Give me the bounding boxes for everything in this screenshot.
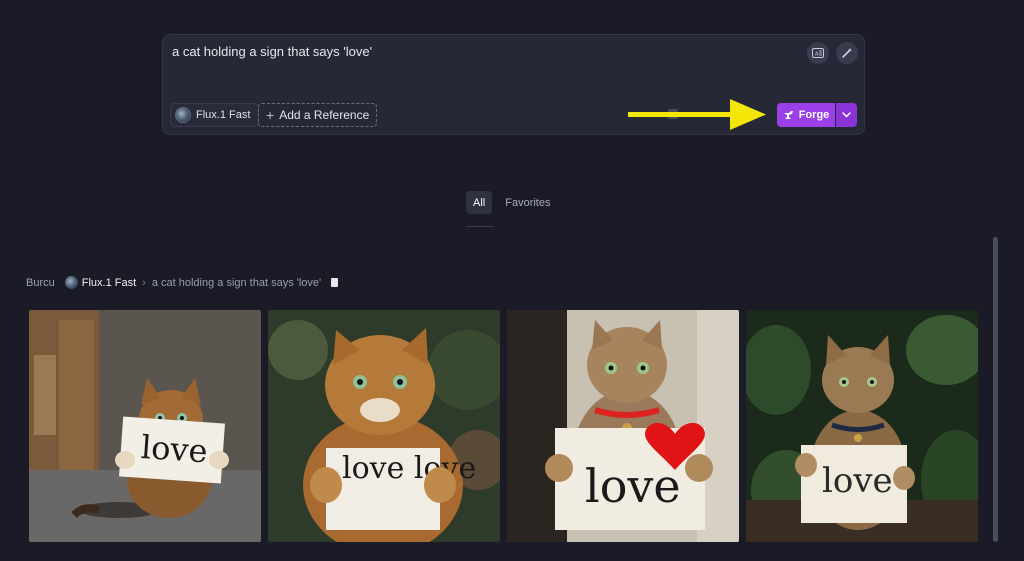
generation-model[interactable]: Flux.1 Fast <box>64 276 137 289</box>
generation-prompt: a cat holding a sign that says 'love' <box>151 276 322 289</box>
sign-text-1: love <box>140 428 209 471</box>
forge-options-button[interactable] <box>836 103 857 127</box>
plus-icon: + <box>266 107 275 123</box>
magic-wand-icon <box>842 48 852 58</box>
translate-icon: A <box>812 48 824 58</box>
model-avatar <box>175 107 191 123</box>
forge-button[interactable]: Forge <box>777 103 835 127</box>
forge-icon <box>783 111 793 119</box>
cat-image-2: love love <box>268 310 500 542</box>
forge-label: Forge <box>798 109 830 121</box>
model-avatar <box>64 276 78 289</box>
generation-user[interactable]: Burcu <box>26 277 55 289</box>
generated-image-4[interactable]: love <box>746 310 978 542</box>
generated-image-3[interactable]: love <box>507 310 739 542</box>
prompt-input[interactable]: a cat holding a sign that says 'love' <box>172 44 372 59</box>
chevron-down-icon <box>842 112 851 118</box>
sign-text-3: love <box>585 459 681 513</box>
chevron-right-icon: › <box>142 276 146 289</box>
model-label: Flux.1 Fast <box>196 109 251 121</box>
sign-text-4: love <box>822 461 893 501</box>
cat-image-1: love <box>29 310 261 542</box>
translate-button[interactable]: A <box>807 42 829 64</box>
add-reference-button[interactable]: + Add a Reference <box>258 103 378 127</box>
clipboard-icon[interactable] <box>331 278 339 287</box>
image-grid: love love love love love <box>29 310 978 542</box>
tab-divider <box>466 226 494 227</box>
cat-image-3: love <box>507 310 739 542</box>
tab-favorites[interactable]: Favorites <box>498 191 557 214</box>
add-reference-label: Add a Reference <box>279 108 370 122</box>
page-scrollbar[interactable] <box>993 237 998 542</box>
sign-text-2: love love <box>342 451 476 486</box>
generated-image-1[interactable]: love <box>29 310 261 542</box>
cat-image-4: love <box>746 310 978 542</box>
enhance-prompt-button[interactable] <box>836 42 858 64</box>
annotation-arrow <box>628 99 766 130</box>
generation-model-label: Flux.1 Fast <box>81 276 137 289</box>
svg-text:A: A <box>815 51 819 57</box>
model-selector[interactable]: Flux.1 Fast <box>170 103 260 127</box>
generated-image-2[interactable]: love love <box>268 310 500 542</box>
gallery-filter-tabs: All Favorites <box>466 191 557 214</box>
generation-header: Burcu Flux.1 Fast › a cat holding a sign… <box>26 276 339 289</box>
tab-all[interactable]: All <box>466 191 493 214</box>
